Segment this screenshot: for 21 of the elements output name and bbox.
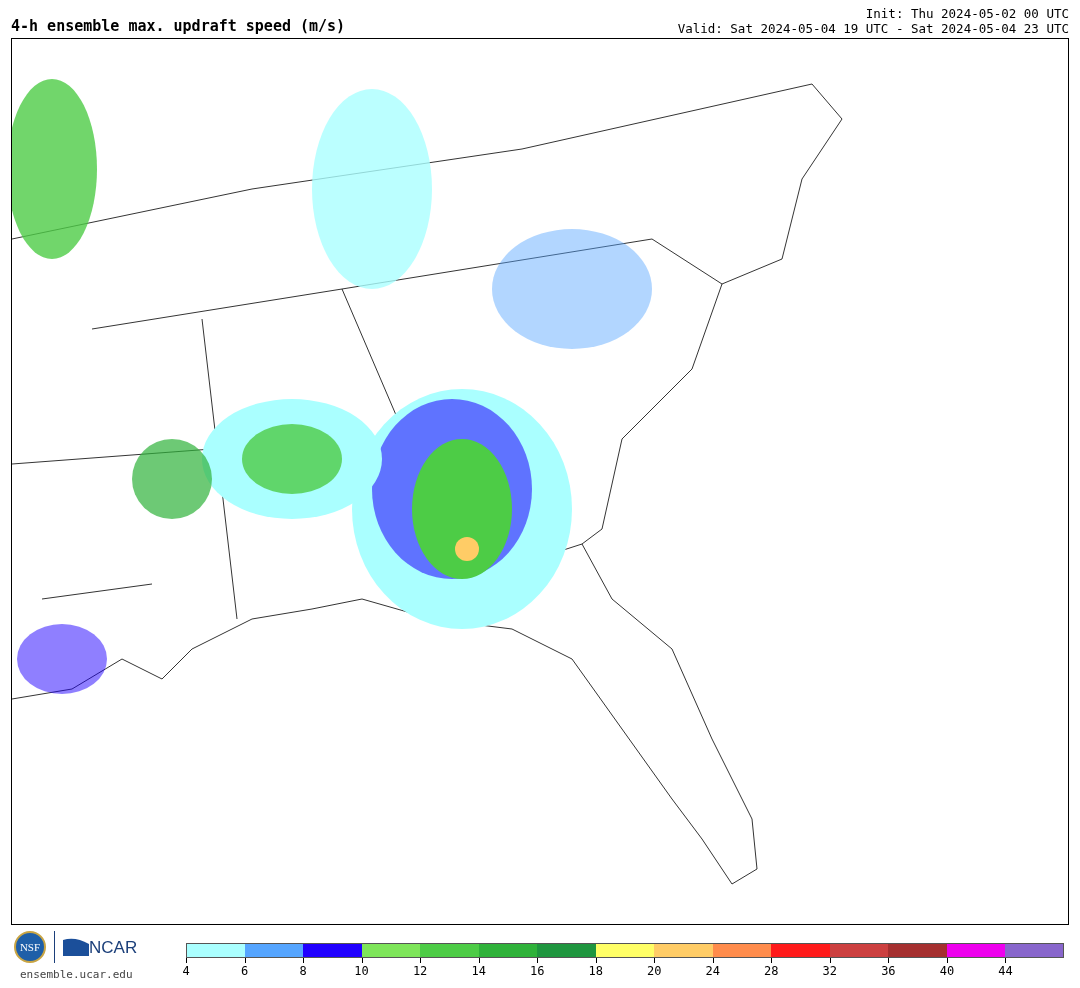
colorbar-label: 16 xyxy=(529,964,545,978)
colorbar-label: 32 xyxy=(822,964,838,978)
valid-time: Valid: Sat 2024-05-04 19 UTC - Sat 2024-05-04 23 UTC xyxy=(677,21,1069,36)
colorbar-label: 24 xyxy=(705,964,720,978)
colorbar-label: 36 xyxy=(881,964,896,978)
colorbar-label: 18 xyxy=(588,964,603,978)
colorbar-label: 8 xyxy=(299,964,307,978)
colorbar-label: 20 xyxy=(647,964,662,978)
colorbar-label: 10 xyxy=(354,964,369,978)
nsf-logo: NSF xyxy=(14,931,46,963)
colorbar-label: 40 xyxy=(939,964,955,978)
colorbar-label: 28 xyxy=(764,964,779,978)
colorbar-label: 14 xyxy=(471,964,486,978)
website-url: ensemble.ucar.edu xyxy=(19,968,134,981)
colorbar-label: 4 xyxy=(182,964,190,978)
ncar-logo: NCAR xyxy=(63,936,138,958)
init-time: Init: Thu 2024-05-02 00 UTC xyxy=(864,6,1069,21)
colorbar-label: 6 xyxy=(240,964,249,978)
colorbar-label: 44 xyxy=(998,964,1013,978)
colorbar-label: 12 xyxy=(412,964,428,978)
chart-title: 4-h ensemble max. updraft speed (m/s) xyxy=(11,17,346,36)
